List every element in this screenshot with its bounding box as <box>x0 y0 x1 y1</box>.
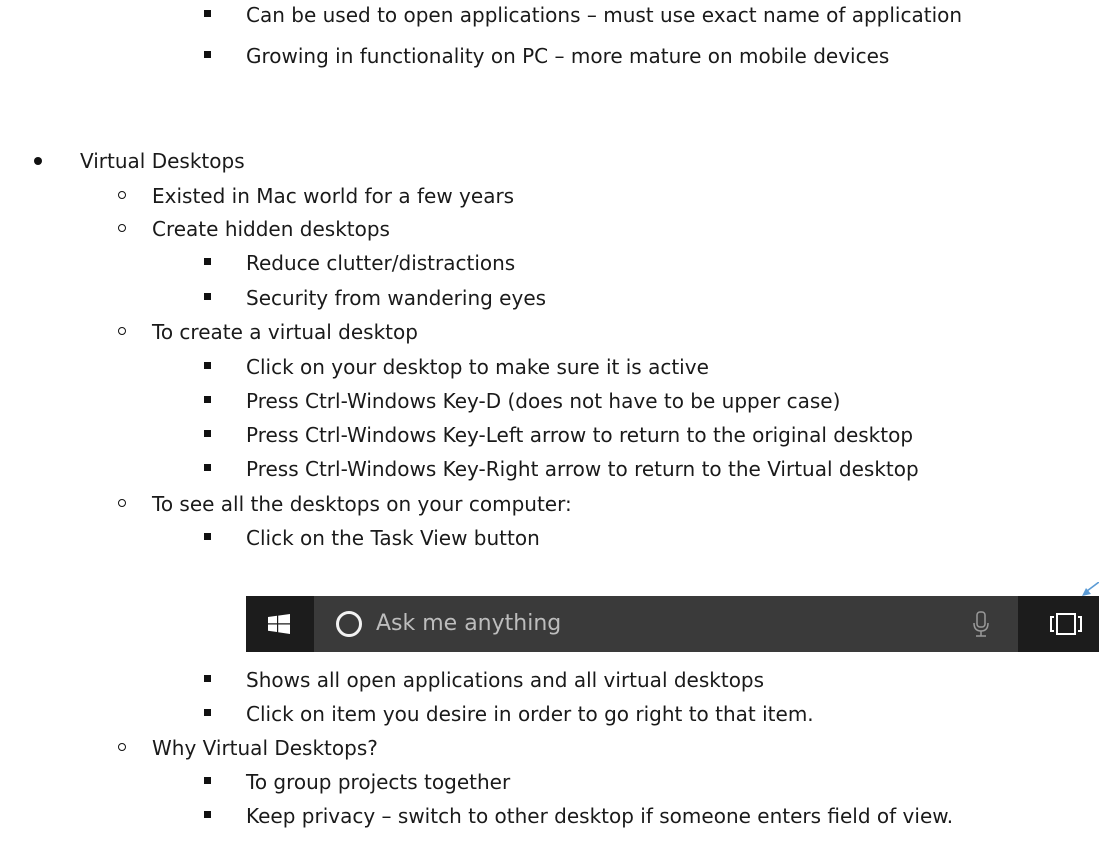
start-button <box>246 596 314 652</box>
list-item-text: To create a virtual desktop <box>152 320 418 344</box>
microphone-icon <box>973 611 989 637</box>
arrow-pointer-icon <box>1082 582 1099 596</box>
windows-logo-icon <box>268 614 290 634</box>
cortana-circle-icon <box>336 611 362 637</box>
task-view-icon <box>1050 613 1082 635</box>
list-item-text: Press Ctrl-Windows Key-D (does not have … <box>246 389 841 413</box>
search-placeholder: Ask me anything <box>376 611 562 636</box>
search-box: Ask me anything <box>314 596 1018 652</box>
list-item-text: Press Ctrl-Windows Key-Right arrow to re… <box>246 457 919 481</box>
list-item-text: To see all the desktops on your computer… <box>152 492 572 516</box>
list-item-text: Shows all open applications and all virt… <box>246 668 765 692</box>
list-item-text: Existed in Mac world for a few years <box>152 184 515 208</box>
list-item-text: Click on the Task View button <box>246 526 540 550</box>
list-item-text: Create hidden desktops <box>152 217 390 241</box>
list-item-text: Keep privacy – switch to other desktop i… <box>246 804 954 828</box>
list-item-text: Virtual Desktops <box>80 149 245 173</box>
list-item-text: Security from wandering eyes <box>246 286 547 310</box>
list-item-text: Press Ctrl-Windows Key-Left arrow to ret… <box>246 423 914 447</box>
list-item-text: To group projects together <box>246 770 511 794</box>
list-item-text: Reduce clutter/distractions <box>246 251 516 275</box>
list-item-text: Can be used to open applications – must … <box>246 3 963 27</box>
task-view-button <box>1018 596 1099 652</box>
list-item-text: Growing in functionality on PC – more ma… <box>246 44 890 68</box>
taskbar-image: Ask me anything <box>246 596 1099 652</box>
list-item-text: Click on your desktop to make sure it is… <box>246 355 709 379</box>
list-item-text: Click on item you desire in order to go … <box>246 702 814 726</box>
list-item-text: Why Virtual Desktops? <box>152 736 378 760</box>
